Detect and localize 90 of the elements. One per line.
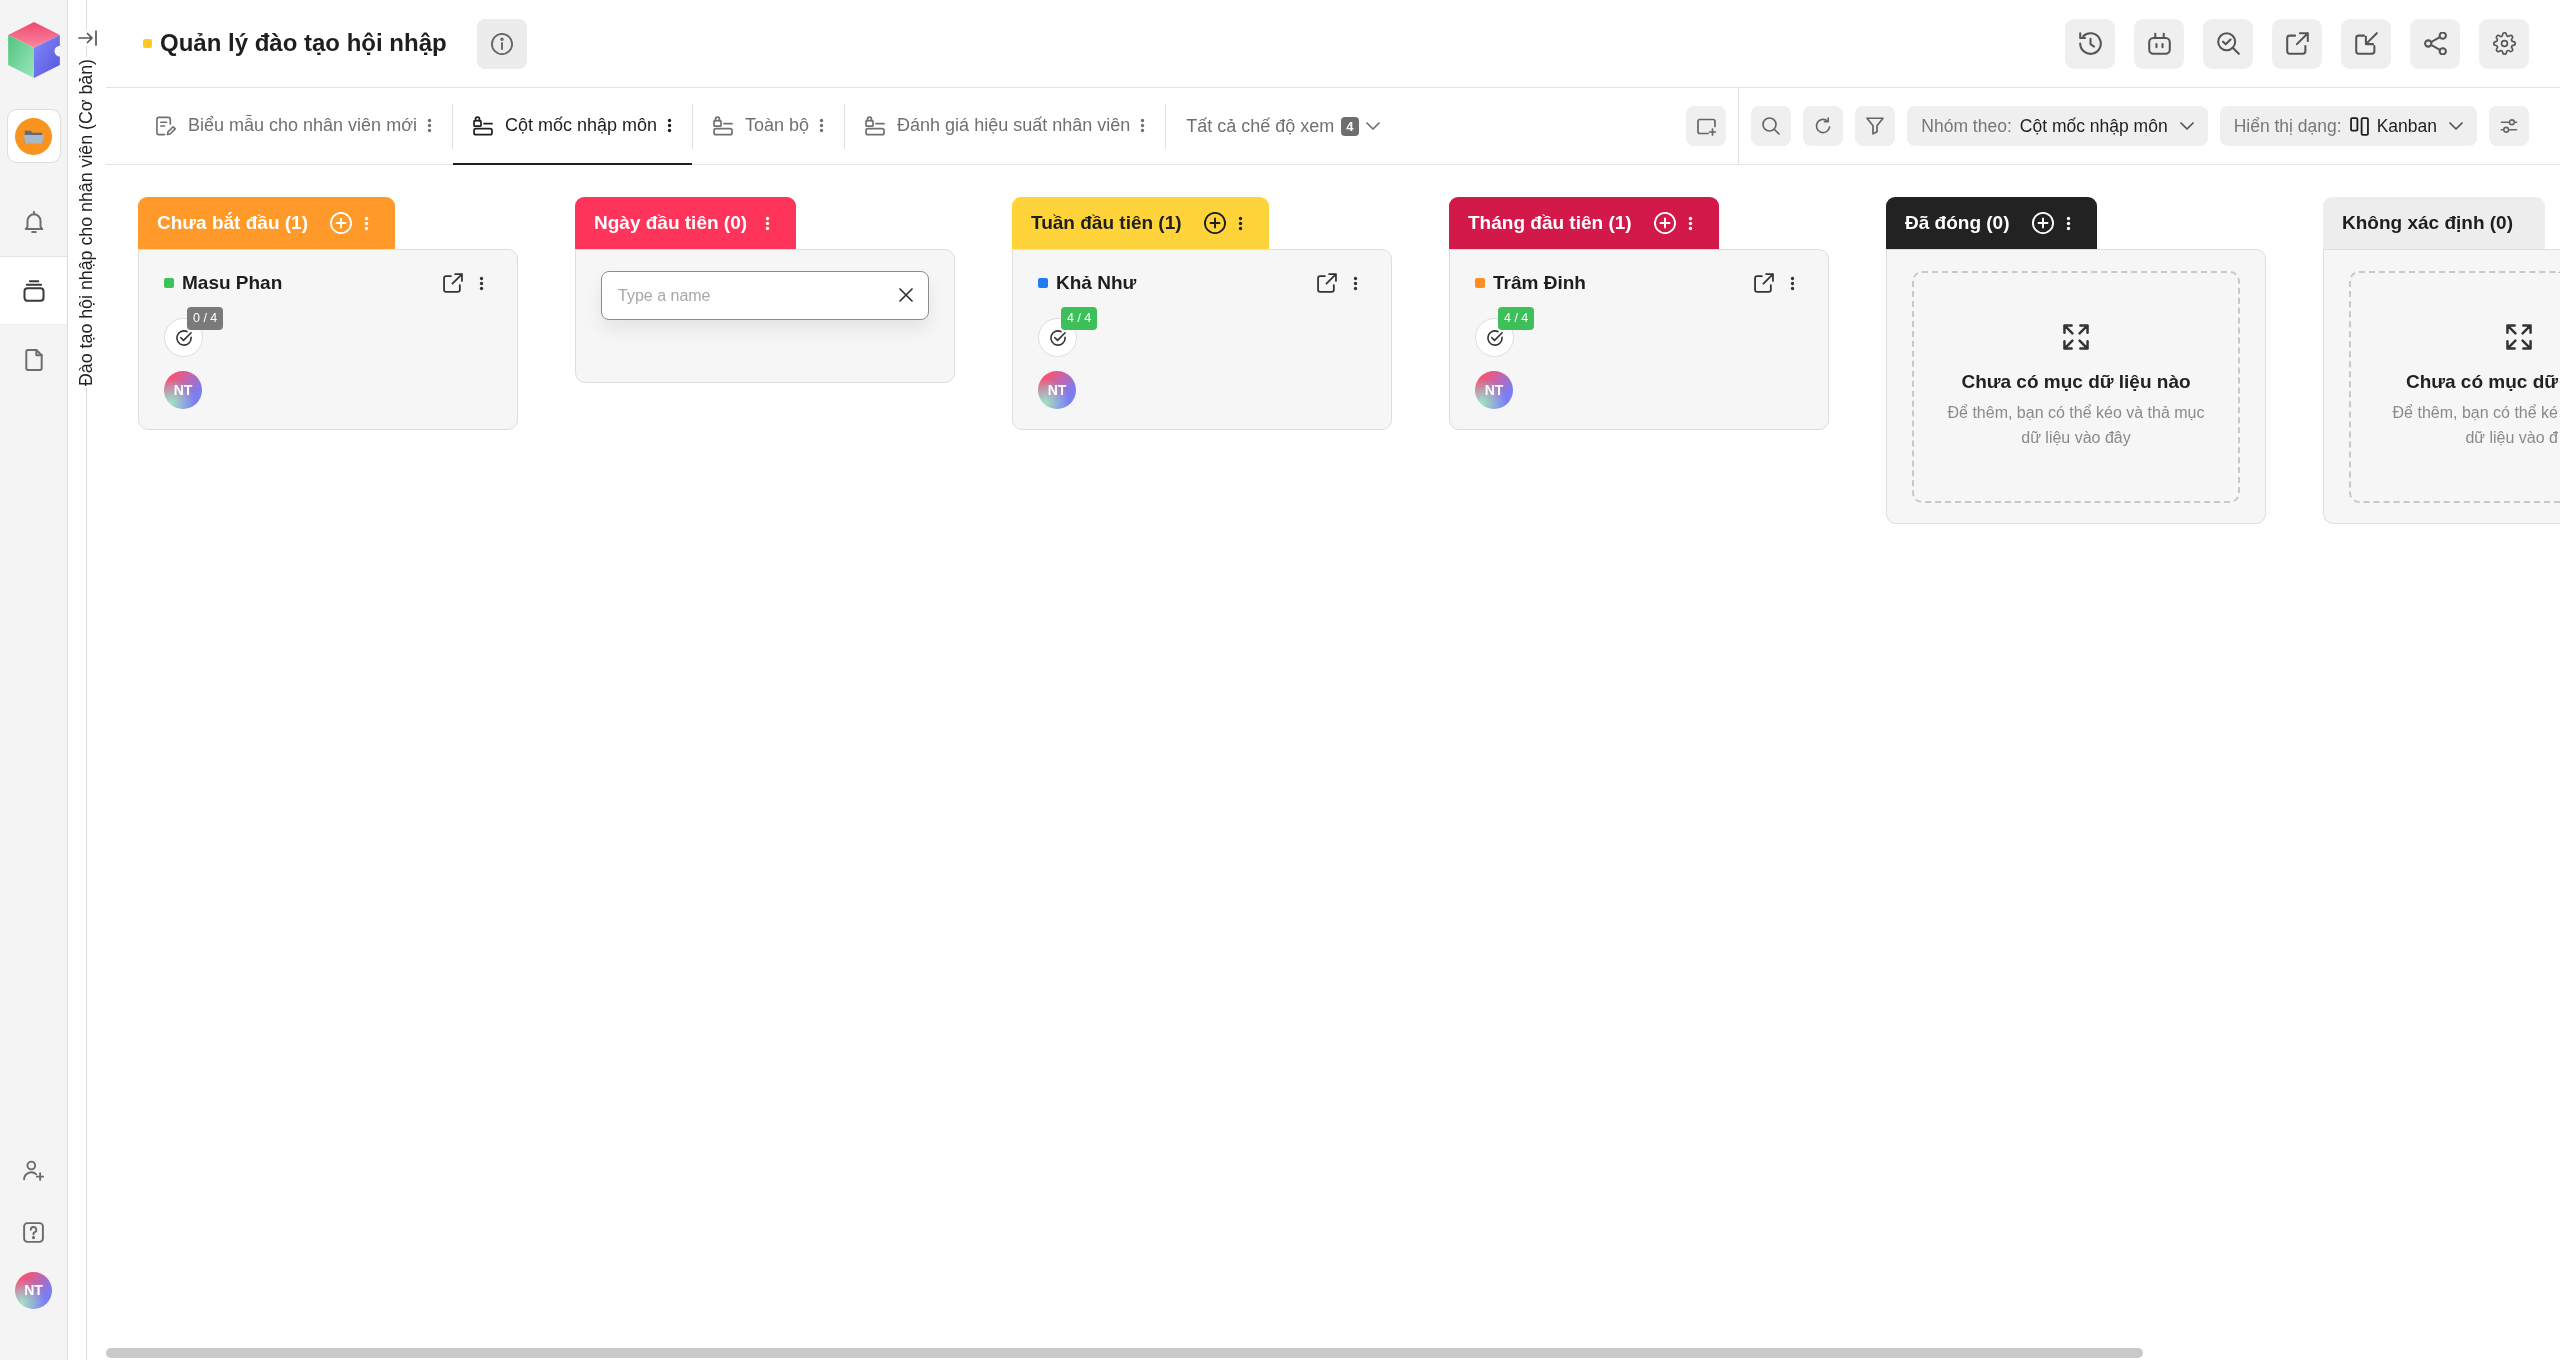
assignee-avatar: NT xyxy=(1038,371,1076,409)
sliders-icon xyxy=(2500,117,2518,135)
external-link-icon[interactable] xyxy=(443,273,463,293)
view-tab[interactable]: Cột mốc nhập môn xyxy=(452,88,692,165)
check-circle-icon xyxy=(1048,328,1067,347)
column-title: Tuần đầu tiên (1) xyxy=(1031,210,1182,235)
view-tab[interactable]: Biểu mẫu cho nhân viên mới xyxy=(136,88,452,165)
share-button[interactable] xyxy=(2410,18,2460,69)
column-title: Đã đóng (0) xyxy=(1905,210,2010,235)
share-icon xyxy=(2423,32,2447,55)
external-link-icon[interactable] xyxy=(1754,273,1774,293)
sidebar-item[interactable] xyxy=(0,256,67,325)
search-icon xyxy=(1762,117,1781,135)
locked-list-icon xyxy=(713,115,733,136)
file-icon xyxy=(22,348,45,371)
group-by-dropdown[interactable]: Nhóm theo: Cột mốc nhập môn xyxy=(1907,106,2208,146)
card-title[interactable]: Khả Như xyxy=(1056,268,1137,298)
history-button[interactable] xyxy=(2065,18,2115,69)
locked-list-icon xyxy=(472,115,493,136)
check-circle-icon xyxy=(1485,328,1504,347)
import-button[interactable] xyxy=(2341,18,2391,69)
expand-icon xyxy=(2063,324,2089,351)
check-circle-icon xyxy=(174,328,193,347)
scrollbar-thumb[interactable] xyxy=(106,1348,2143,1358)
filter-icon xyxy=(1866,117,1885,135)
column-title: Chưa bắt đầu (1) xyxy=(157,210,308,235)
more-icon[interactable] xyxy=(1790,274,1795,292)
progress-badge: 0 / 4 xyxy=(187,307,224,330)
page-title: Quản lý đào tạo hội nhập xyxy=(160,29,447,58)
window-plus-icon xyxy=(1696,116,1716,136)
more-icon[interactable] xyxy=(1237,214,1243,232)
locked-list-icon xyxy=(865,115,886,136)
view-settings-button[interactable] xyxy=(2489,106,2529,146)
more-icon[interactable] xyxy=(2065,214,2071,232)
display-mode-dropdown[interactable]: Hiển thị dạng: Kanban xyxy=(2219,106,2477,146)
settings-icon xyxy=(2492,32,2516,55)
progress-badge: 4 / 4 xyxy=(1061,307,1098,330)
column-title: Tháng đầu tiên (1) xyxy=(1468,210,1632,235)
folder-icon xyxy=(15,117,52,155)
view-tab[interactable]: Đánh giá hiệu suất nhân viên xyxy=(845,88,1166,165)
assignee-avatar: NT xyxy=(164,371,202,409)
empty-state-description: Để thêm, bạn có thể ké dữ liệu vào đ xyxy=(2392,402,2558,448)
refresh-icon xyxy=(1814,117,1833,135)
views-dropdown[interactable]: Tất cả chế độ xem 4 xyxy=(1166,88,1400,164)
cube-logo[interactable] xyxy=(7,22,60,78)
expand-icon xyxy=(2506,324,2532,351)
empty-state-title: Chưa có mục dữ liệu nào xyxy=(1961,370,2191,395)
assignee-avatar: NT xyxy=(1475,371,1513,409)
history-icon xyxy=(2078,32,2102,55)
name-input[interactable]: Type a name xyxy=(601,271,929,320)
bell-icon xyxy=(22,210,45,233)
filter-button[interactable] xyxy=(1855,106,1896,146)
robot-icon xyxy=(2147,32,2171,55)
chevron-down-icon xyxy=(2449,122,2463,130)
more-icon[interactable] xyxy=(1353,274,1358,292)
export-button[interactable] xyxy=(2272,18,2322,69)
empty-state-description: Để thêm, bạn có thể kéo và thả mục dữ liệu vào đây xyxy=(1947,402,2205,448)
info-icon xyxy=(490,32,513,55)
info-button[interactable] xyxy=(476,18,527,69)
form-icon xyxy=(156,115,176,136)
card-title[interactable]: Masu Phan xyxy=(182,268,283,298)
refresh-button[interactable] xyxy=(1803,106,1844,146)
chevron-down-icon xyxy=(1365,122,1380,130)
more-icon[interactable] xyxy=(667,117,672,134)
columns-icon xyxy=(2349,116,2369,136)
empty-state-title: Chưa có mục dữ xyxy=(2405,370,2558,395)
bot-button[interactable] xyxy=(2134,18,2184,69)
add-view-button[interactable] xyxy=(1686,106,1727,146)
stack-icon xyxy=(22,279,45,302)
column-title: Không xác định (0) xyxy=(2342,210,2513,235)
card-title[interactable]: Trâm Đinh xyxy=(1493,268,1586,298)
search-check-button[interactable] xyxy=(2203,18,2253,69)
clear-icon[interactable] xyxy=(899,288,913,302)
settings-button[interactable] xyxy=(2479,18,2529,69)
import-icon xyxy=(2354,32,2378,55)
board-title: Đào tạo hội nhập cho nhân viên (Cơ bản) xyxy=(76,57,98,388)
more-icon[interactable] xyxy=(479,274,484,292)
add-user-icon[interactable] xyxy=(23,1159,44,1181)
search-button[interactable] xyxy=(1751,106,1792,146)
external-link-icon[interactable] xyxy=(1317,273,1337,293)
count-badge: 4 xyxy=(1341,116,1359,136)
folder-button[interactable] xyxy=(6,109,61,163)
view-tab[interactable]: Toàn bộ xyxy=(693,88,845,165)
export-icon xyxy=(2285,32,2309,55)
title-marker-icon xyxy=(143,39,152,48)
chevron-down-icon xyxy=(2179,122,2194,130)
search-check-icon xyxy=(2216,32,2240,55)
column-title: Ngày đầu tiên (0) xyxy=(594,210,748,235)
help-icon[interactable] xyxy=(23,1221,44,1243)
progress-badge: 4 / 4 xyxy=(1498,307,1535,330)
